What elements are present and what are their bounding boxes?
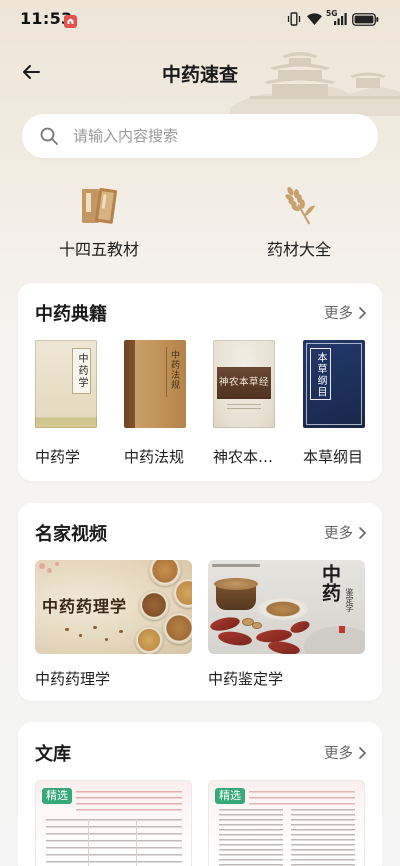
more-label: 更多	[324, 306, 353, 322]
document-thumbnail: 精选	[35, 780, 192, 866]
red-seal-stamp	[339, 626, 345, 633]
document-text-lines	[219, 809, 283, 866]
videos-more-button[interactable]: 更多	[324, 522, 366, 543]
category-label: 药材大全	[266, 240, 331, 259]
cover-text-lines	[227, 404, 261, 412]
book-title: 中药学	[35, 448, 81, 466]
book-cover-title: 中药法规	[166, 347, 181, 397]
library-card: 文库 更多 精选 精选	[18, 722, 382, 866]
video-thumbnail: 中药药理学	[35, 560, 192, 654]
book-item[interactable]: 中药学 中药学	[35, 340, 97, 466]
chevron-right-icon	[359, 526, 366, 539]
herb-plate-image	[258, 598, 308, 620]
herb-piece	[209, 615, 241, 633]
table-column-divider	[88, 819, 89, 866]
herb-bowl-image	[135, 626, 163, 654]
section-title: 文库	[35, 744, 71, 765]
blossom-decoration	[39, 563, 45, 569]
table-column-divider	[136, 819, 137, 866]
search-input[interactable]	[73, 114, 363, 158]
herb-piece	[267, 639, 301, 654]
video-item[interactable]: 中药药理学 中药药理学	[35, 560, 192, 688]
chevron-right-icon	[359, 306, 366, 319]
landscape-decoration	[304, 626, 365, 654]
herb-piece	[217, 629, 253, 648]
book-cover: 中药法规	[124, 340, 186, 428]
videos-card: 名家视频 更多 中药药理学 中药药理学 中药 鉴定学 中药鉴定学	[18, 503, 382, 701]
herb-bowl-image	[163, 612, 192, 644]
herb-piece	[93, 626, 97, 629]
textbook-icon	[82, 187, 118, 224]
document-thumbnail: 精选	[208, 780, 365, 866]
book-cover-title: 神农本草经	[218, 377, 269, 388]
more-label: 更多	[324, 746, 353, 762]
book-item[interactable]: 中药法规 中药法规	[124, 340, 186, 466]
video-title: 中药药理学	[35, 670, 111, 688]
herb-piece	[288, 618, 312, 636]
more-label: 更多	[324, 526, 353, 542]
book-cover: 本草纲目	[303, 340, 365, 428]
herb-piece	[79, 634, 82, 637]
section-title: 中药典籍	[35, 304, 107, 325]
book-title: 神农本…	[213, 448, 274, 466]
featured-badge: 精选	[42, 788, 72, 804]
book-item[interactable]: 本草纲目 本草纲目	[303, 340, 365, 466]
herb-pot-image	[214, 578, 258, 590]
herb-piece	[105, 638, 108, 641]
document-item[interactable]: 精选	[208, 780, 365, 866]
blossom-decoration	[55, 562, 59, 566]
wheat-herb-icon	[285, 187, 316, 225]
book-item[interactable]: 神农本草经 神农本…	[213, 340, 275, 466]
video-thumbnail-title: 中药药理学	[42, 597, 128, 616]
search-bar[interactable]	[22, 114, 378, 158]
video-item[interactable]: 中药 鉴定学 中药鉴定学	[208, 560, 365, 688]
section-title: 名家视频	[35, 524, 107, 545]
video-title: 中药鉴定学	[208, 670, 284, 688]
book-title: 本草纲目	[303, 448, 364, 466]
thumbnail-caption-line	[212, 564, 260, 567]
library-more-button[interactable]: 更多	[324, 742, 366, 763]
featured-badge: 精选	[215, 788, 245, 804]
vibrate-icon	[287, 12, 301, 26]
book-cover: 神农本草经	[213, 340, 275, 428]
battery-icon	[352, 13, 379, 26]
notification-app-icon	[64, 13, 77, 28]
category-label: 十四五教材	[58, 240, 139, 259]
herb-bowl-image	[139, 590, 169, 620]
search-icon	[40, 127, 58, 145]
book-title: 中药法规	[124, 448, 185, 466]
herb-piece	[252, 622, 262, 629]
video-thumbnail: 中药 鉴定学	[208, 560, 365, 654]
signal-icon	[334, 13, 347, 25]
book-cover-title: 本草纲目	[310, 348, 331, 400]
wifi-icon	[307, 13, 322, 25]
herb-piece	[119, 630, 123, 633]
chevron-right-icon	[359, 746, 366, 759]
document-text-lines	[291, 809, 355, 866]
herb-bowl-image	[173, 578, 192, 608]
blossom-decoration	[47, 568, 52, 573]
classics-more-button[interactable]: 更多	[324, 302, 366, 323]
thumbnail-subtitle: 鉴定学	[345, 588, 354, 612]
book-cover: 中药学	[35, 340, 97, 428]
category-herbs[interactable]: 药材大全	[249, 182, 349, 259]
book-cover-title: 中药学	[72, 348, 91, 394]
document-text-lines	[249, 791, 355, 805]
category-textbooks[interactable]: 十四五教材	[49, 182, 149, 259]
document-text-lines	[76, 791, 182, 813]
document-text-lines	[46, 819, 182, 866]
classics-card: 中药典籍 更多 中药学 中药学 中药法规 中药法规 神农本草经 神农本… 本草纲…	[18, 283, 382, 481]
thumbnail-calligraphy: 中药	[319, 564, 341, 602]
page-title: 中药速查	[161, 64, 238, 86]
document-item[interactable]: 精选	[35, 780, 192, 866]
herb-piece	[65, 628, 69, 631]
status-bar: 11:53 5G	[0, 0, 400, 38]
